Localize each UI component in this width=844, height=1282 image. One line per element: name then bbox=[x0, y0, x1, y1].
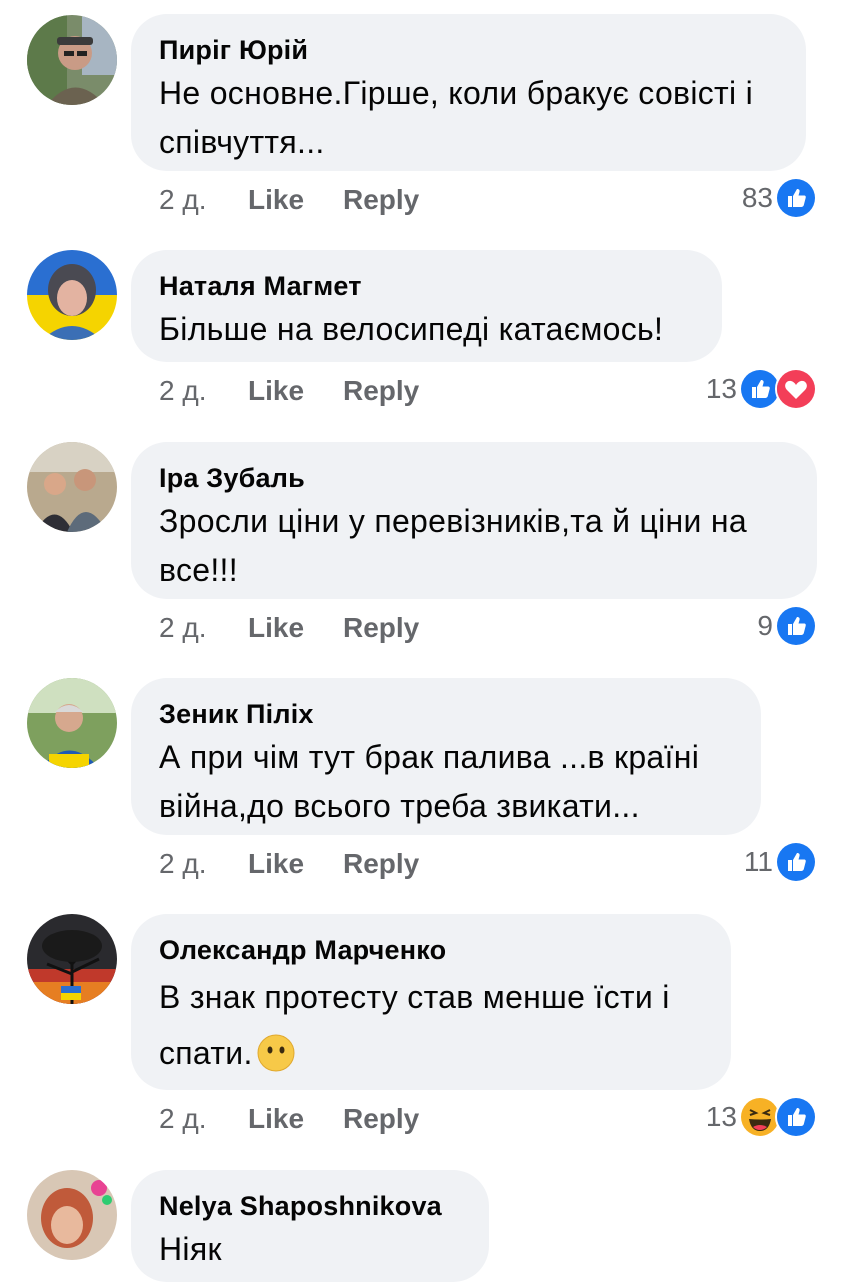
comment-bubble: Олександр Марченко В знак протесту став … bbox=[131, 914, 731, 1090]
comment-text: А при чім тут брак палива ...в країні ві… bbox=[159, 739, 700, 824]
comment-time[interactable]: 2 д. bbox=[159, 848, 206, 880]
like-button[interactable]: Like bbox=[248, 612, 304, 644]
reaction-count: 13 bbox=[705, 1101, 737, 1132]
avatar[interactable] bbox=[27, 250, 117, 340]
comment-text: Не основне.Гірше, коли бракує совісті і … bbox=[159, 75, 754, 160]
avatar[interactable] bbox=[27, 914, 117, 1004]
reaction-count: 9 bbox=[757, 610, 773, 641]
comment-text: Зросли ціни у перевізників,та й ціни на … bbox=[159, 503, 747, 588]
like-button[interactable]: Like bbox=[248, 1103, 304, 1135]
comment-bubble: Іра Зубаль Зросли ціни у перевізників,та… bbox=[131, 442, 817, 599]
avatar-photo bbox=[27, 250, 117, 340]
reaction-count: 13 bbox=[705, 373, 737, 404]
like-button[interactable]: Like bbox=[248, 184, 304, 216]
reactions-summary[interactable]: 13 bbox=[705, 1096, 817, 1138]
comment-author[interactable]: Nelya Shaposhnikova bbox=[159, 1190, 461, 1222]
avatar-photo bbox=[27, 678, 117, 768]
reactions-summary[interactable]: 9 bbox=[757, 605, 817, 647]
comment-author[interactable]: Зеник Пiлiх bbox=[159, 698, 733, 730]
like-icon bbox=[775, 841, 817, 883]
reply-button[interactable]: Reply bbox=[343, 612, 419, 644]
comment-time[interactable]: 2 д. bbox=[159, 375, 206, 407]
reactions-summary[interactable]: 83 bbox=[741, 177, 817, 219]
comment-bubble: Зеник Пiлiх А при чім тут брак палива ..… bbox=[131, 678, 761, 835]
reactions-summary[interactable]: 11 bbox=[743, 841, 817, 883]
comment-author[interactable]: Олександр Марченко bbox=[159, 934, 703, 966]
avatar-photo bbox=[27, 15, 117, 105]
avatar[interactable] bbox=[27, 442, 117, 532]
reply-button[interactable]: Reply bbox=[343, 848, 419, 880]
avatar[interactable] bbox=[27, 15, 117, 105]
love-icon bbox=[775, 368, 817, 410]
avatar-photo bbox=[27, 1170, 117, 1260]
comment-text-content: В знак протесту став менше їсти і спати. bbox=[159, 979, 670, 1071]
comment-text: Ніяк bbox=[159, 1231, 222, 1267]
comment-text: Більше на велосипеді катаємось! bbox=[159, 311, 664, 347]
reply-button[interactable]: Reply bbox=[343, 184, 419, 216]
avatar-photo bbox=[27, 442, 117, 532]
reply-button[interactable]: Reply bbox=[343, 1103, 419, 1135]
avatar[interactable] bbox=[27, 678, 117, 768]
like-button[interactable]: Like bbox=[248, 375, 304, 407]
reactions-summary[interactable]: 13 bbox=[705, 368, 817, 410]
comment-text: В знак протесту став менше їсти і спати. bbox=[159, 969, 703, 1081]
reaction-count: 11 bbox=[743, 846, 773, 877]
comment-bubble: Пиріг Юрій Не основне.Гірше, коли бракує… bbox=[131, 14, 806, 171]
reaction-count: 83 bbox=[741, 182, 773, 213]
comment-time[interactable]: 2 д. bbox=[159, 1103, 206, 1135]
avatar[interactable] bbox=[27, 1170, 117, 1260]
comment-author[interactable]: Наталя Магмет bbox=[159, 270, 694, 302]
speechless-face-emoji bbox=[257, 1033, 295, 1072]
comment-author[interactable]: Пиріг Юрій bbox=[159, 34, 778, 66]
reply-button[interactable]: Reply bbox=[343, 375, 419, 407]
comment-bubble: Наталя Магмет Більше на велосипеді катає… bbox=[131, 250, 722, 362]
like-icon bbox=[775, 1096, 817, 1138]
comment-bubble: Nelya Shaposhnikova Ніяк bbox=[131, 1170, 489, 1282]
avatar-photo bbox=[27, 914, 117, 1004]
like-icon bbox=[775, 605, 817, 647]
comment-author[interactable]: Іра Зубаль bbox=[159, 462, 789, 494]
comment-time[interactable]: 2 д. bbox=[159, 612, 206, 644]
like-icon bbox=[775, 177, 817, 219]
comment-time[interactable]: 2 д. bbox=[159, 184, 206, 216]
like-button[interactable]: Like bbox=[248, 848, 304, 880]
